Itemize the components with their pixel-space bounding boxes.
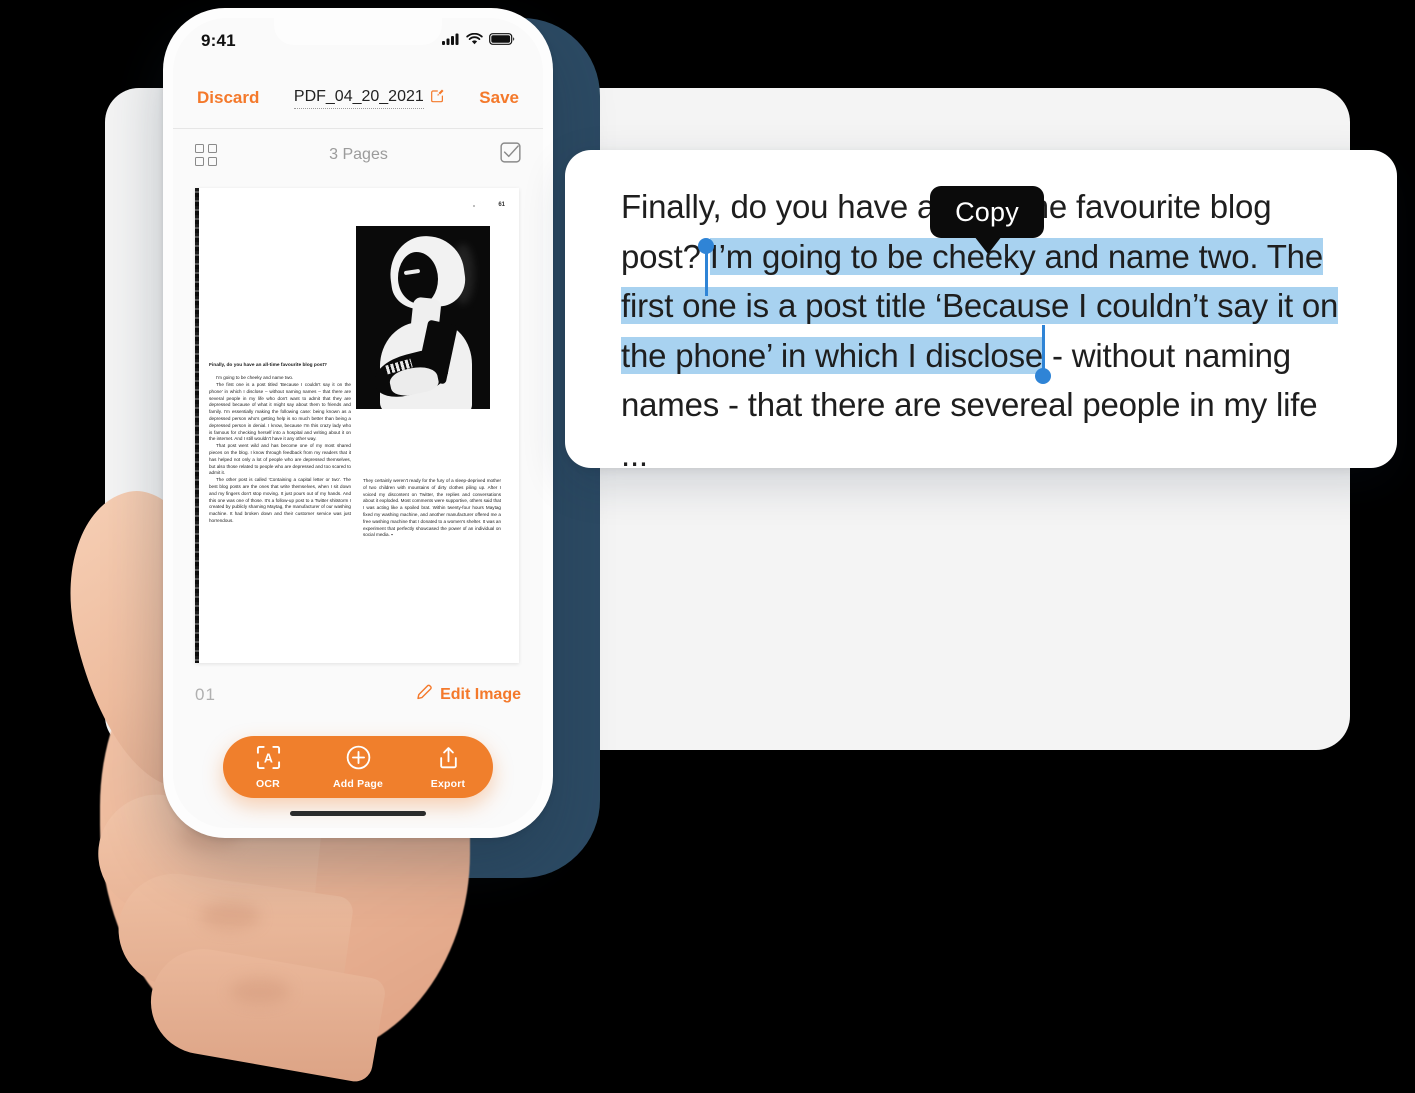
battery-icon bbox=[489, 32, 515, 50]
grid-view-icon[interactable] bbox=[195, 144, 217, 166]
phone-notch bbox=[274, 18, 442, 45]
action-toolbar: A OCR Add Page Export bbox=[223, 736, 493, 798]
scanned-page-preview[interactable]: 61 Finally, do you have an all-time favo… bbox=[195, 188, 519, 663]
page-footer-row: 01 Edit Image bbox=[173, 678, 543, 712]
copy-tooltip-arrow bbox=[974, 236, 1002, 254]
edit-image-button[interactable]: Edit Image bbox=[416, 684, 521, 706]
svg-text:A: A bbox=[263, 751, 272, 765]
share-upload-icon bbox=[436, 745, 461, 773]
wifi-icon bbox=[466, 32, 483, 50]
scan-paragraph: That post went wild and has become one o… bbox=[209, 443, 351, 476]
scan-paragraph: I'm going to be cheeky and name two. bbox=[216, 375, 294, 381]
scan-paragraph: They certainly weren't ready for the fur… bbox=[363, 478, 502, 538]
pages-bar: 3 Pages bbox=[173, 129, 543, 181]
scan-right-column: They certainly weren't ready for the fur… bbox=[363, 478, 501, 539]
ocr-button[interactable]: A OCR bbox=[230, 745, 306, 790]
pencil-icon bbox=[416, 684, 433, 706]
scan-left-column: Finally, do you have an all-time favouri… bbox=[209, 362, 351, 525]
page-number-label: 01 bbox=[195, 685, 216, 704]
pencil-square-icon[interactable] bbox=[430, 88, 445, 108]
copy-label: Copy bbox=[955, 196, 1019, 227]
pages-count-label: 3 Pages bbox=[329, 146, 388, 163]
discard-button[interactable]: Discard bbox=[197, 88, 259, 108]
page-folio: 61 bbox=[498, 202, 505, 208]
scanned-photo bbox=[356, 226, 490, 409]
export-label: Export bbox=[430, 777, 466, 790]
signal-bars-icon bbox=[442, 32, 460, 50]
add-page-label: Add Page bbox=[332, 777, 384, 790]
edit-image-label: Edit Image bbox=[440, 686, 521, 703]
status-time: 9:41 bbox=[201, 31, 236, 50]
selection-end-handle[interactable] bbox=[1035, 368, 1051, 384]
phone-screen: 9:41 Discard PDF_04_20_2021 Save 3 Pages… bbox=[173, 18, 543, 828]
checkbox-check-icon[interactable] bbox=[500, 142, 521, 168]
save-button[interactable]: Save bbox=[479, 88, 519, 108]
phone-mockup: 9:41 Discard PDF_04_20_2021 Save 3 Pages… bbox=[163, 8, 553, 838]
export-button[interactable]: Export bbox=[410, 745, 486, 790]
scan-paragraph: The first one is a post titled 'Because … bbox=[209, 381, 351, 442]
selection-start-handle[interactable] bbox=[698, 238, 714, 254]
home-indicator[interactable] bbox=[290, 811, 426, 816]
scan-text-icon: A bbox=[256, 745, 281, 773]
nav-bar: Discard PDF_04_20_2021 Save bbox=[173, 72, 543, 124]
scan-question: Finally, do you have an all-time favouri… bbox=[209, 363, 327, 368]
document-title[interactable]: PDF_04_20_2021 bbox=[293, 88, 424, 109]
scan-edge-artifact bbox=[195, 188, 199, 663]
copy-tooltip[interactable]: Copy bbox=[930, 186, 1044, 238]
add-page-button[interactable]: Add Page bbox=[320, 745, 396, 790]
ocr-label: OCR bbox=[256, 777, 280, 790]
scan-paragraph: The other post is called 'Containing a c… bbox=[209, 477, 351, 523]
plus-circle-icon bbox=[346, 745, 371, 773]
